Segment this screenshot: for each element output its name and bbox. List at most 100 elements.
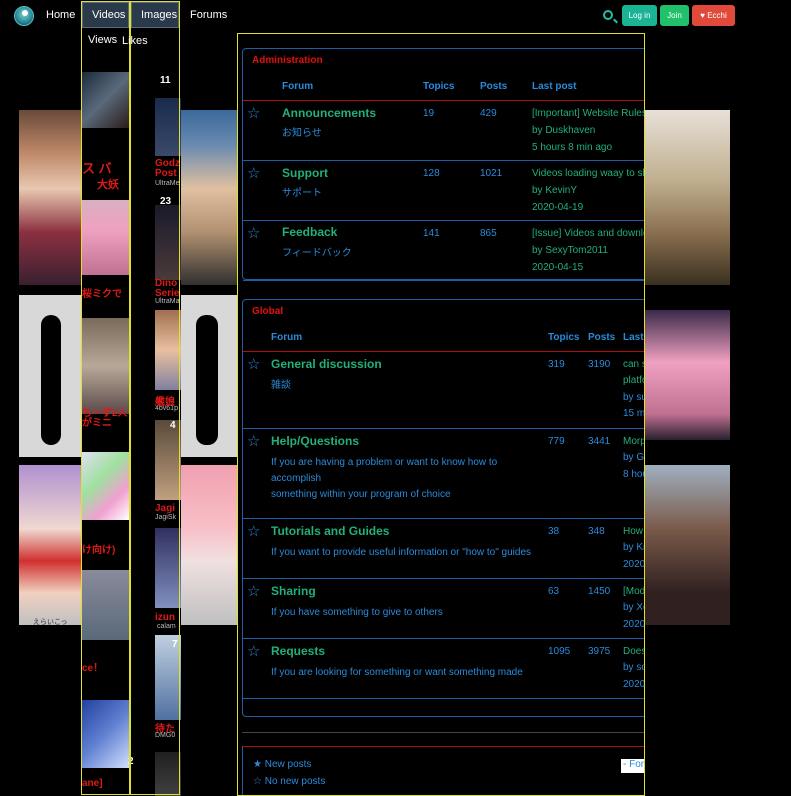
last-post-title-cont[interactable]: platfo	[623, 375, 644, 386]
last-post-author[interactable]: by Kn	[623, 542, 644, 553]
last-post-author[interactable]: by G	[623, 452, 644, 463]
forum-subtitle: 雑談	[271, 380, 291, 391]
views-count: 2	[128, 756, 134, 767]
thumbnail-dark-1[interactable]	[81, 72, 129, 128]
site-logo-icon[interactable]	[14, 6, 34, 26]
thumbnail-pink-hair-right[interactable]	[645, 310, 730, 440]
nav-videos[interactable]: Videos	[82, 2, 129, 28]
heart-icon: ♥	[700, 11, 705, 20]
forum-description: If you want to provide useful informatio…	[271, 547, 532, 558]
last-post-title[interactable]: Videos loading waay to slo	[532, 168, 644, 179]
nav-images[interactable]: Images	[131, 2, 179, 28]
star-icon[interactable]: ☆	[247, 355, 260, 373]
thumbnail-silhouette-2[interactable]	[181, 295, 237, 457]
nav-forums[interactable]: Forums	[190, 9, 227, 21]
last-post-title[interactable]: How	[623, 526, 643, 537]
join-button[interactable]: Join	[660, 5, 689, 26]
forum-row-support: ☆ Support サポート 128 1021 Videos loading w…	[243, 161, 644, 221]
thumbnail-dark-2[interactable]	[155, 98, 181, 156]
star-icon[interactable]: ☆	[247, 522, 260, 540]
topics-count: 19	[423, 108, 435, 119]
menu-item-likes[interactable]: Likes	[122, 35, 148, 47]
last-post-time: 2020-04-19	[532, 202, 584, 213]
forum-name[interactable]: Announcements	[282, 106, 376, 120]
forum-name[interactable]: Support	[282, 166, 328, 180]
last-post-author[interactable]: by su	[623, 392, 644, 403]
menu-item-views[interactable]: Views	[88, 34, 117, 46]
last-post-title[interactable]: Morp	[623, 436, 644, 447]
divider	[242, 732, 644, 733]
login-button[interactable]: Log in	[622, 5, 657, 26]
thumbnail-pink-girl[interactable]	[181, 465, 237, 625]
views-count: 4	[170, 420, 176, 431]
forum-name[interactable]: Sharing	[271, 584, 316, 598]
thumbnail-anime-girl-1[interactable]	[19, 110, 81, 285]
thumbnail-bikini-girl[interactable]	[19, 465, 81, 625]
thumbnail-author: JagiSk	[155, 514, 177, 521]
ecchi-button[interactable]: ♥ Ecchi	[692, 5, 735, 26]
forum-name[interactable]: Requests	[271, 644, 325, 658]
forum-name[interactable]: General discussion	[271, 357, 382, 371]
column-header-topics: Topics	[423, 81, 455, 92]
section-title: Global	[252, 306, 284, 317]
last-post-author[interactable]: by Xe	[623, 602, 644, 613]
legend-label: No new posts	[264, 776, 326, 787]
column-header-forum: Forum	[282, 81, 314, 92]
last-post-title[interactable]: [Important] Website Rules	[532, 108, 644, 119]
views-count: 11	[160, 75, 171, 86]
last-post-author[interactable]: by so	[623, 662, 644, 673]
last-post-title[interactable]: can s	[623, 359, 644, 370]
star-icon[interactable]: ☆	[247, 642, 260, 660]
forum-description: If you are looking for something or want…	[271, 667, 523, 678]
thumbnail-room-1[interactable]	[81, 570, 129, 640]
forum-description: something within your program of choice	[271, 489, 451, 500]
column-header-last-post: Last post	[532, 81, 577, 92]
thumbnail-girl-2[interactable]	[155, 310, 181, 390]
forum-jump-select[interactable]: - For	[621, 759, 644, 773]
search-icon[interactable]	[603, 10, 613, 20]
thumbnail-stage-right[interactable]	[645, 110, 730, 285]
thumbnail-legs-2[interactable]	[181, 110, 237, 285]
thumbnail-title: ス バ	[82, 161, 112, 176]
thumbnail-legs-right[interactable]	[645, 465, 730, 625]
last-post-title[interactable]: [Issue] Videos and downlo	[532, 228, 644, 239]
thumbnail-girl-3[interactable]	[155, 420, 181, 500]
forum-name[interactable]: Help/Questions	[271, 434, 359, 448]
last-post-title[interactable]: [Mod	[623, 586, 644, 597]
thumbnail-dark-3[interactable]	[155, 205, 181, 280]
forum-subtitle: サポート	[282, 188, 322, 199]
posts-count: 1450	[588, 586, 611, 597]
thumbnail-pink-hair-1[interactable]	[81, 200, 129, 275]
thumbnail-blue-1[interactable]	[81, 700, 129, 768]
forum-name[interactable]: Tutorials and Guides	[271, 524, 389, 538]
thumbnail-author: calam	[157, 623, 176, 630]
thumbnail-effects-1[interactable]	[81, 452, 129, 520]
last-post-time: 15 m	[623, 408, 645, 419]
star-icon[interactable]: ☆	[247, 224, 260, 242]
thumbnail-title: Post	[155, 168, 177, 179]
legend-no-new-posts: ☆ No new posts	[253, 776, 325, 787]
nav-home[interactable]: Home	[46, 9, 75, 21]
column-header-forum: Forum	[271, 332, 303, 343]
last-post-time: 2020	[623, 679, 645, 690]
topics-count: 1095	[548, 646, 571, 657]
thumbnail-author: UltraMe	[155, 180, 180, 187]
star-icon[interactable]: ☆	[247, 104, 260, 122]
thumbnail-girl-4[interactable]	[155, 528, 181, 608]
star-icon[interactable]: ☆	[247, 582, 260, 600]
star-icon[interactable]: ☆	[247, 164, 260, 182]
thumbnail-dark-6[interactable]	[155, 752, 181, 796]
legend-label: New posts	[264, 759, 312, 770]
last-post-author[interactable]: by Duskhaven	[532, 125, 595, 136]
thumbnail-silhouette-1[interactable]	[19, 295, 81, 457]
topics-count: 141	[423, 228, 440, 239]
thumbnail-title: izun	[155, 612, 175, 623]
topics-count: 319	[548, 359, 565, 370]
thumbnail-legs-1[interactable]	[81, 318, 129, 414]
last-post-author[interactable]: by SexyTom2011	[532, 245, 608, 256]
forum-name[interactable]: Feedback	[282, 225, 337, 239]
last-post-title[interactable]: Does	[623, 646, 644, 657]
last-post-author[interactable]: by KevinY	[532, 185, 577, 196]
forum-row-general-discussion: ☆ General discussion 雑談 319 3190 can s p…	[243, 352, 645, 429]
star-icon[interactable]: ☆	[247, 432, 260, 450]
